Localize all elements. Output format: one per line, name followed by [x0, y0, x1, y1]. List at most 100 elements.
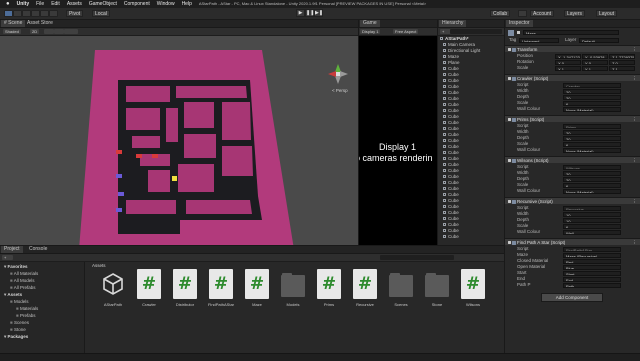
hand-tool-button[interactable] [4, 10, 13, 17]
asset-item[interactable]: # Prims [314, 269, 344, 313]
property-field[interactable]: Start [563, 270, 621, 276]
asset-item[interactable]: # Maze [242, 269, 272, 313]
transform-tool-button[interactable] [49, 10, 58, 17]
tab-asset-store[interactable]: Asset Store [24, 20, 56, 27]
component-enable-checkbox[interactable] [508, 241, 511, 244]
asset-item[interactable]: Models [278, 269, 308, 313]
component-header[interactable]: Find Path A Star (Script) ⋮ [505, 238, 640, 245]
component-header[interactable]: Crawler (Script) ⋮ [505, 74, 640, 81]
menu-file[interactable]: File [36, 0, 44, 8]
tree-item[interactable]: ▾ Packages [4, 334, 28, 340]
tree-item[interactable]: ■ Stone [10, 327, 26, 333]
settings-icon[interactable]: ⋮ [633, 157, 638, 164]
property-field[interactable]: 6 [563, 141, 621, 147]
menu-assets[interactable]: Assets [67, 0, 82, 8]
property-field[interactable]: None (Material) [563, 106, 621, 112]
hierarchy-item[interactable]: Cube [443, 234, 459, 240]
display-dropdown[interactable]: Display 1 [360, 29, 381, 34]
tab-inspector[interactable]: Inspector [506, 20, 533, 27]
scale-tool-button[interactable] [31, 10, 40, 17]
aspect-dropdown[interactable]: Free Aspect [393, 29, 419, 34]
2d-toggle[interactable]: 2D [30, 29, 40, 34]
property-field[interactable]: 20 [563, 176, 621, 182]
project-search[interactable] [380, 255, 454, 260]
play-button[interactable]: ▶ [296, 9, 305, 17]
transform-x-field[interactable]: X 0 [555, 59, 581, 65]
project-breadcrumb[interactable]: Assets [92, 263, 106, 268]
asset-item[interactable]: Scenes [386, 269, 416, 313]
add-component-button[interactable]: Add Component [541, 293, 603, 302]
settings-icon[interactable]: ⋮ [633, 239, 638, 246]
property-field[interactable]: 20 [563, 88, 621, 94]
property-field[interactable]: 10 [563, 217, 621, 223]
layer-dropdown[interactable]: Default [579, 38, 619, 43]
component-enable-checkbox[interactable] [508, 200, 511, 203]
transform-z-field[interactable]: Z 0 [609, 59, 635, 65]
menu-gameobject[interactable]: GameObject [89, 0, 117, 8]
transform-z-field[interactable]: Z 1.7729375 [609, 53, 635, 59]
property-field[interactable]: 10 [563, 211, 621, 217]
transform-x-field[interactable]: X 1 [555, 65, 581, 71]
tree-item[interactable]: ▾ Favorites [4, 264, 28, 270]
tab-game[interactable]: Game [360, 20, 380, 27]
move-tool-button[interactable] [13, 10, 22, 17]
tree-item[interactable]: ■ All Models [10, 278, 35, 284]
pivot-toggle[interactable]: Pivot [66, 10, 84, 17]
menu-edit[interactable]: Edit [51, 0, 60, 8]
component-enable-checkbox[interactable] [508, 48, 511, 51]
transform-y-field[interactable]: Y 1 [582, 65, 608, 71]
property-field[interactable]: 20 [563, 94, 621, 100]
asset-item[interactable]: # FindPathAStar [206, 269, 236, 313]
local-toggle[interactable]: Local [92, 10, 110, 17]
menu-component[interactable]: Component [124, 0, 150, 8]
property-field[interactable]: End [563, 276, 621, 282]
property-field[interactable]: None (Material) [563, 188, 621, 194]
component-enable-checkbox[interactable] [508, 118, 511, 121]
persp-label[interactable]: < Persp [332, 88, 348, 93]
audio-toggle[interactable] [54, 29, 64, 34]
tree-item[interactable]: ■ Prefabs [16, 313, 35, 319]
asset-item[interactable]: # Wilsons [458, 269, 488, 313]
scene-viewport[interactable]: < Persp [0, 36, 358, 245]
property-field[interactable]: Prims [563, 123, 621, 129]
tab-console[interactable]: Console [26, 246, 50, 253]
component-header[interactable]: Prims (Script) ⋮ [505, 115, 640, 122]
component-header[interactable]: Transform ⋮ [505, 45, 640, 52]
game-viewport[interactable]: Display 1 o cameras renderin [359, 36, 437, 245]
tree-item[interactable]: ■ All Prefabs [10, 285, 36, 291]
project-create-dropdown[interactable]: + [2, 255, 13, 260]
rect-tool-button[interactable] [40, 10, 49, 17]
transform-y-field[interactable]: Y 0 [582, 59, 608, 65]
property-field[interactable]: 6 [563, 100, 621, 106]
layers-dropdown[interactable]: Layers [564, 10, 586, 17]
component-enable-checkbox[interactable] [508, 77, 511, 80]
apple-icon[interactable]: ● [6, 0, 10, 8]
property-field[interactable]: 20 [563, 170, 621, 176]
tag-dropdown[interactable]: Untagged [519, 38, 559, 43]
step-button[interactable]: ▶❚ [314, 9, 323, 17]
property-field[interactable]: Crawler [563, 82, 621, 88]
settings-icon[interactable]: ⋮ [633, 116, 638, 123]
property-field[interactable]: Wilsons [563, 164, 621, 170]
component-enable-checkbox[interactable] [508, 159, 511, 162]
settings-icon[interactable]: ⋮ [633, 198, 638, 205]
property-field[interactable]: Wall [563, 229, 621, 235]
asset-item[interactable]: # Distributor [170, 269, 200, 313]
asset-item[interactable]: # Crawler [134, 269, 164, 313]
layout-dropdown[interactable]: Layout [596, 10, 618, 17]
asset-item[interactable]: Stone [422, 269, 452, 313]
menu-window[interactable]: Window [157, 0, 175, 8]
account-dropdown[interactable]: Account [530, 10, 555, 17]
tree-item[interactable]: ▾ Assets [4, 292, 22, 298]
property-field[interactable]: Blue [563, 264, 621, 270]
settings-icon[interactable]: ⋮ [633, 75, 638, 82]
active-checkbox[interactable] [517, 31, 520, 34]
tree-item[interactable]: ■ Models [10, 299, 28, 305]
transform-y-field[interactable]: Y -0.53978 [582, 53, 608, 59]
shading-dropdown[interactable]: Shaded [3, 29, 21, 34]
pause-button[interactable]: ❚❚ [305, 9, 314, 17]
hierarchy-search[interactable] [450, 29, 502, 34]
menu-unity[interactable]: Unity [17, 0, 30, 8]
tree-item[interactable]: ■ All Materials [10, 271, 38, 277]
menu-help[interactable]: Help [182, 0, 192, 8]
